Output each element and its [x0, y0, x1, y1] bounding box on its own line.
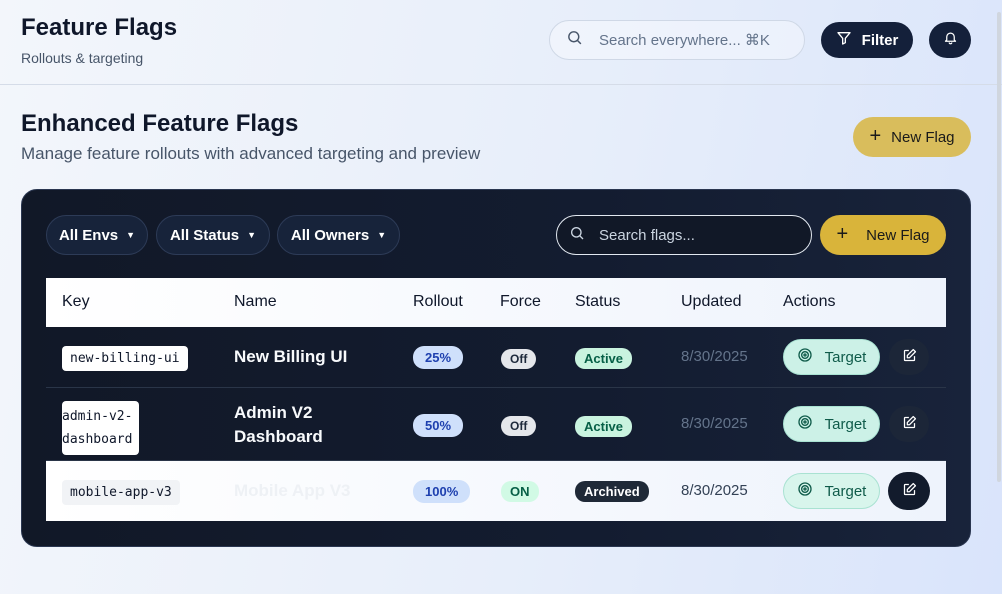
table-row[interactable]: mobile-app-v3 Mobile App V3 100% ON Arch…: [46, 461, 946, 521]
flag-key: new-billing-ui: [62, 346, 188, 371]
column-header-name[interactable]: Name: [234, 293, 277, 311]
column-header-updated[interactable]: Updated: [681, 293, 742, 311]
edit-icon: [902, 482, 917, 500]
target-button[interactable]: Target: [783, 406, 880, 442]
page-scrollbar[interactable]: [997, 12, 1001, 482]
updated-date: 8/30/2025: [681, 415, 748, 432]
rollout-badge: 25%: [413, 346, 464, 369]
status-badge: Active: [575, 348, 633, 369]
status-badge: Archived: [575, 481, 649, 502]
global-search-input[interactable]: [599, 31, 789, 49]
owner-filter-label: All Owners: [290, 226, 370, 244]
rollout-badge: 100%: [413, 480, 471, 503]
table-row[interactable]: admin-v2-dashboard Admin V2 Dashboard 50…: [46, 388, 946, 461]
flag-key: admin-v2-dashboard: [62, 401, 139, 455]
status-badge: Active: [575, 416, 633, 437]
env-filter-label: All Envs: [58, 226, 119, 244]
caret-down-icon: ▼: [126, 230, 136, 240]
new-flag-button-panel[interactable]: + New Flag: [820, 215, 946, 255]
bell-icon: [943, 30, 958, 50]
flag-name: Mobile App V3: [234, 481, 351, 500]
column-header-rollout[interactable]: Rollout: [413, 293, 463, 311]
status-filter-dropdown[interactable]: All Status ▼: [156, 215, 270, 255]
flag-name: New Billing UI: [234, 347, 348, 366]
target-button[interactable]: Target: [783, 339, 880, 375]
flag-name: Admin V2 Dashboard: [234, 403, 323, 446]
target-icon: [797, 347, 813, 367]
target-label: Target: [824, 348, 867, 366]
plus-icon: +: [836, 223, 849, 245]
table-header: Key Name Rollout Force Status Updated Ac…: [46, 278, 946, 327]
flag-search-input[interactable]: [599, 226, 799, 244]
app-title: Feature Flags: [21, 14, 178, 41]
flag-search[interactable]: [556, 215, 812, 255]
target-icon: [797, 481, 813, 501]
caret-down-icon: ▼: [377, 230, 387, 240]
global-search[interactable]: [549, 20, 805, 60]
app-subtitle: Rollouts & targeting: [21, 50, 144, 66]
column-header-status[interactable]: Status: [575, 293, 620, 311]
page-title: Enhanced Feature Flags: [21, 110, 299, 137]
target-label: Target: [824, 415, 867, 433]
edit-button[interactable]: [889, 406, 929, 442]
caret-down-icon: ▼: [247, 230, 257, 240]
edit-icon: [902, 348, 917, 366]
updated-date: 8/30/2025: [681, 348, 748, 365]
flags-table: Key Name Rollout Force Status Updated Ac…: [46, 278, 946, 521]
flags-panel: All Envs ▼ All Status ▼ All Owners ▼ + N…: [21, 189, 971, 547]
new-flag-label: New Flag: [866, 226, 930, 244]
search-icon: [566, 29, 583, 51]
env-filter-dropdown[interactable]: All Envs ▼: [46, 215, 148, 255]
notifications-button[interactable]: [929, 22, 971, 58]
edit-button[interactable]: [888, 472, 930, 510]
target-icon: [797, 414, 813, 434]
force-badge[interactable]: ON: [501, 481, 539, 502]
table-row[interactable]: new-billing-ui New Billing UI 25% Off Ac…: [46, 327, 946, 388]
page-subtitle: Manage feature rollouts with advanced ta…: [21, 144, 481, 163]
edit-button[interactable]: [889, 339, 929, 375]
top-bar: Feature Flags Rollouts & targeting Filte…: [0, 0, 1002, 85]
search-icon: [569, 225, 585, 246]
column-header-force[interactable]: Force: [500, 293, 541, 311]
column-header-actions: Actions: [783, 293, 836, 310]
target-button[interactable]: Target: [783, 473, 880, 509]
owner-filter-dropdown[interactable]: All Owners ▼: [277, 215, 400, 255]
rollout-badge: 50%: [413, 414, 464, 437]
target-label: Target: [824, 482, 867, 500]
column-header-key[interactable]: Key: [62, 293, 90, 311]
filter-label: Filter: [861, 31, 899, 49]
updated-date: 8/30/2025: [681, 482, 748, 499]
filter-icon: [836, 30, 852, 50]
force-badge[interactable]: Off: [501, 416, 537, 436]
new-flag-label: New Flag: [891, 128, 955, 146]
force-badge[interactable]: Off: [501, 349, 537, 369]
filter-button[interactable]: Filter: [821, 22, 913, 58]
flag-key: mobile-app-v3: [62, 480, 180, 505]
plus-icon: +: [869, 125, 882, 147]
new-flag-button-header[interactable]: + New Flag: [853, 117, 971, 157]
status-filter-label: All Status: [169, 226, 240, 244]
edit-icon: [902, 415, 917, 433]
